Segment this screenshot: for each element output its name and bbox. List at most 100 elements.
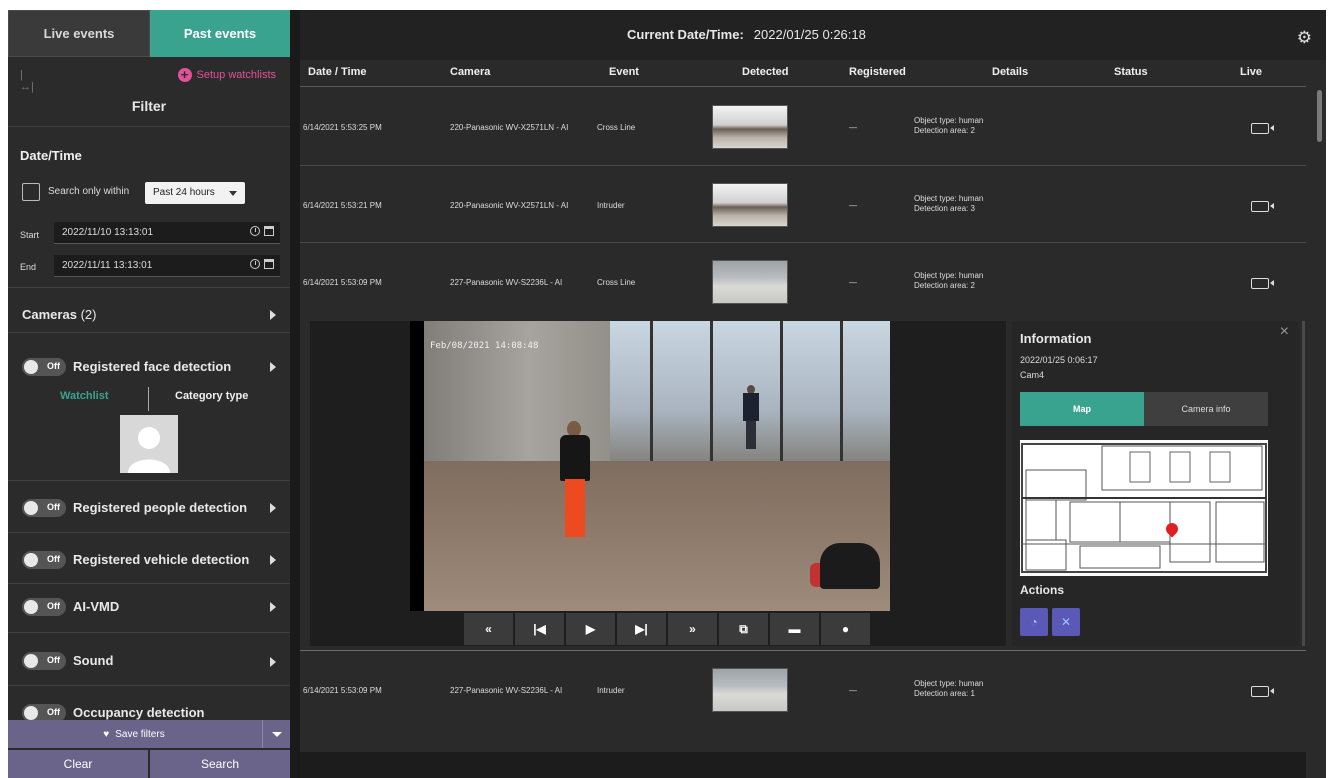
start-datetime-field[interactable]: 2022/11/10 13:13:01: [54, 222, 280, 244]
circle-icon: ◔: [1030, 615, 1038, 629]
video-camera-icon[interactable]: [1251, 123, 1274, 134]
previous-frame-button[interactable]: |◀: [515, 613, 564, 645]
start-label: Start: [20, 230, 40, 240]
time-range-select[interactable]: Past 24 hours: [145, 182, 245, 204]
tab-live-events[interactable]: Live events: [8, 10, 150, 57]
vehicle-detection-row[interactable]: Off Registered vehicle detection: [8, 535, 290, 585]
detected-thumbnail[interactable]: [712, 668, 788, 712]
clear-button[interactable]: Clear: [8, 750, 148, 778]
divider: [8, 332, 290, 333]
track-button[interactable]: ◔: [1020, 608, 1048, 636]
aivmd-label: AI-VMD: [73, 599, 120, 614]
video-person: [557, 421, 593, 539]
end-datetime-value: 2022/11/11 13:13:01: [62, 260, 153, 271]
row-camera: 227-Panasonic WV-S2236L - AI: [450, 278, 563, 287]
aivmd-row[interactable]: Off AI-VMD: [8, 586, 290, 636]
tab-past-events[interactable]: Past events: [150, 10, 290, 57]
chevron-right-icon: [270, 602, 276, 612]
video-camera-icon[interactable]: [1251, 201, 1274, 212]
tab-category-type[interactable]: Category type: [175, 390, 248, 402]
video-border: [410, 321, 424, 611]
calendar-icon[interactable]: [264, 259, 274, 269]
search-button[interactable]: Search: [150, 750, 290, 778]
sound-toggle[interactable]: Off: [22, 652, 66, 670]
column-header-detected[interactable]: Detected: [742, 66, 788, 78]
floor-map[interactable]: [1020, 440, 1268, 576]
detected-thumbnail[interactable]: [712, 183, 788, 227]
video-camera-icon[interactable]: [1251, 278, 1274, 289]
occupancy-row[interactable]: Off Occupancy detection: [8, 688, 290, 720]
sound-row[interactable]: Off Sound: [8, 638, 290, 688]
next-frame-button[interactable]: ▶|: [617, 613, 666, 645]
popout-button[interactable]: ⧉: [719, 613, 768, 645]
row-details-area: Detection area: 1: [914, 689, 975, 698]
table-row[interactable]: 6/14/2021 5:53:21 PM 220-Panasonic WV-X2…: [300, 167, 1306, 245]
tab-map[interactable]: Map: [1020, 392, 1144, 426]
people-detection-row[interactable]: Off Registered people detection: [8, 483, 290, 533]
row-details-area: Detection area: 2: [914, 126, 975, 135]
close-icon[interactable]: ×: [1280, 323, 1289, 341]
detected-thumbnail[interactable]: [712, 105, 788, 149]
divider: [8, 287, 290, 288]
vehicle-detection-toggle[interactable]: Off: [22, 551, 66, 569]
column-header-status[interactable]: Status: [1114, 66, 1148, 78]
clip-button[interactable]: ▬: [770, 613, 819, 645]
expand-panel-icon[interactable]: |↔|: [20, 69, 36, 93]
face-placeholder-image[interactable]: [120, 415, 178, 473]
video-camera-icon[interactable]: [1251, 686, 1274, 697]
end-datetime-field[interactable]: 2022/11/11 13:13:01: [54, 255, 280, 277]
column-header-details[interactable]: Details: [992, 66, 1028, 78]
clock-icon[interactable]: [250, 226, 260, 236]
row-divider: [300, 165, 1306, 166]
heart-icon: ♥: [103, 728, 110, 740]
snapshot-button[interactable]: ●: [821, 613, 870, 645]
row-datetime: 6/14/2021 5:53:25 PM: [303, 123, 382, 132]
bottom-strip: [300, 752, 1306, 778]
clock-icon[interactable]: [250, 259, 260, 269]
column-header-camera[interactable]: Camera: [450, 66, 490, 78]
video-player: Feb/08/2021 14:08:48 « |◀ ▶ ▶| » ⧉ ▬ ●: [310, 321, 1006, 646]
video-mullion: [650, 321, 653, 471]
save-filters-button[interactable]: ♥ Save filters: [8, 720, 260, 748]
info-scrollbar[interactable]: [1302, 321, 1305, 646]
aivmd-toggle[interactable]: Off: [22, 598, 66, 616]
mute-alarm-button[interactable]: ✕: [1052, 608, 1080, 636]
column-header-registered[interactable]: Registered: [849, 66, 906, 78]
column-header-live[interactable]: Live: [1240, 66, 1262, 78]
table-row[interactable]: 6/14/2021 5:53:09 PM 227-Panasonic WV-S2…: [300, 244, 1306, 322]
row-details-type: Object type: human: [914, 271, 984, 280]
chevron-down-icon: [229, 191, 237, 196]
column-header-datetime[interactable]: Date / Time: [308, 66, 367, 78]
row-camera: 227-Panasonic WV-S2236L - AI: [450, 686, 563, 695]
setup-watchlists-link[interactable]: + Setup watchlists: [177, 68, 276, 82]
table-row[interactable]: 6/14/2021 5:53:09 PM 227-Panasonic WV-S2…: [300, 652, 1306, 730]
save-filters-menu-button[interactable]: [262, 720, 290, 748]
gear-icon[interactable]: ⚙: [1297, 28, 1312, 48]
search-within-checkbox[interactable]: [22, 183, 40, 201]
play-button[interactable]: ▶: [566, 613, 615, 645]
rewind-button[interactable]: «: [464, 613, 513, 645]
occupancy-toggle[interactable]: Off: [22, 704, 66, 720]
calendar-icon[interactable]: [264, 226, 274, 236]
row-details-type: Object type: human: [914, 194, 984, 203]
tab-camera-info[interactable]: Camera info: [1144, 392, 1268, 426]
face-detection-row[interactable]: Off Registered face detection: [8, 342, 290, 392]
table-row[interactable]: 6/14/2021 5:53:25 PM 220-Panasonic WV-X2…: [300, 89, 1306, 167]
face-detection-toggle[interactable]: Off: [22, 358, 66, 376]
info-camera: Cam4: [1020, 370, 1045, 380]
people-detection-toggle[interactable]: Off: [22, 499, 66, 517]
fast-forward-button[interactable]: »: [668, 613, 717, 645]
list-scrollbar[interactable]: [1317, 90, 1322, 142]
tab-watchlist[interactable]: Watchlist: [60, 390, 109, 402]
header-bar: Current Date/Time: 2022/01/25 0:26:18 ⚙: [300, 10, 1326, 60]
filter-title: Filter: [131, 98, 167, 114]
divider: [8, 685, 290, 686]
detected-thumbnail[interactable]: [712, 260, 788, 304]
person-silhouette-icon: [128, 427, 170, 473]
row-event: Intruder: [597, 201, 625, 210]
row-divider: [300, 650, 1306, 651]
video-frame[interactable]: Feb/08/2021 14:08:48: [410, 321, 890, 611]
bell-off-icon: ✕: [1060, 615, 1072, 629]
header-divider: [300, 86, 1306, 87]
column-header-event[interactable]: Event: [609, 66, 639, 78]
